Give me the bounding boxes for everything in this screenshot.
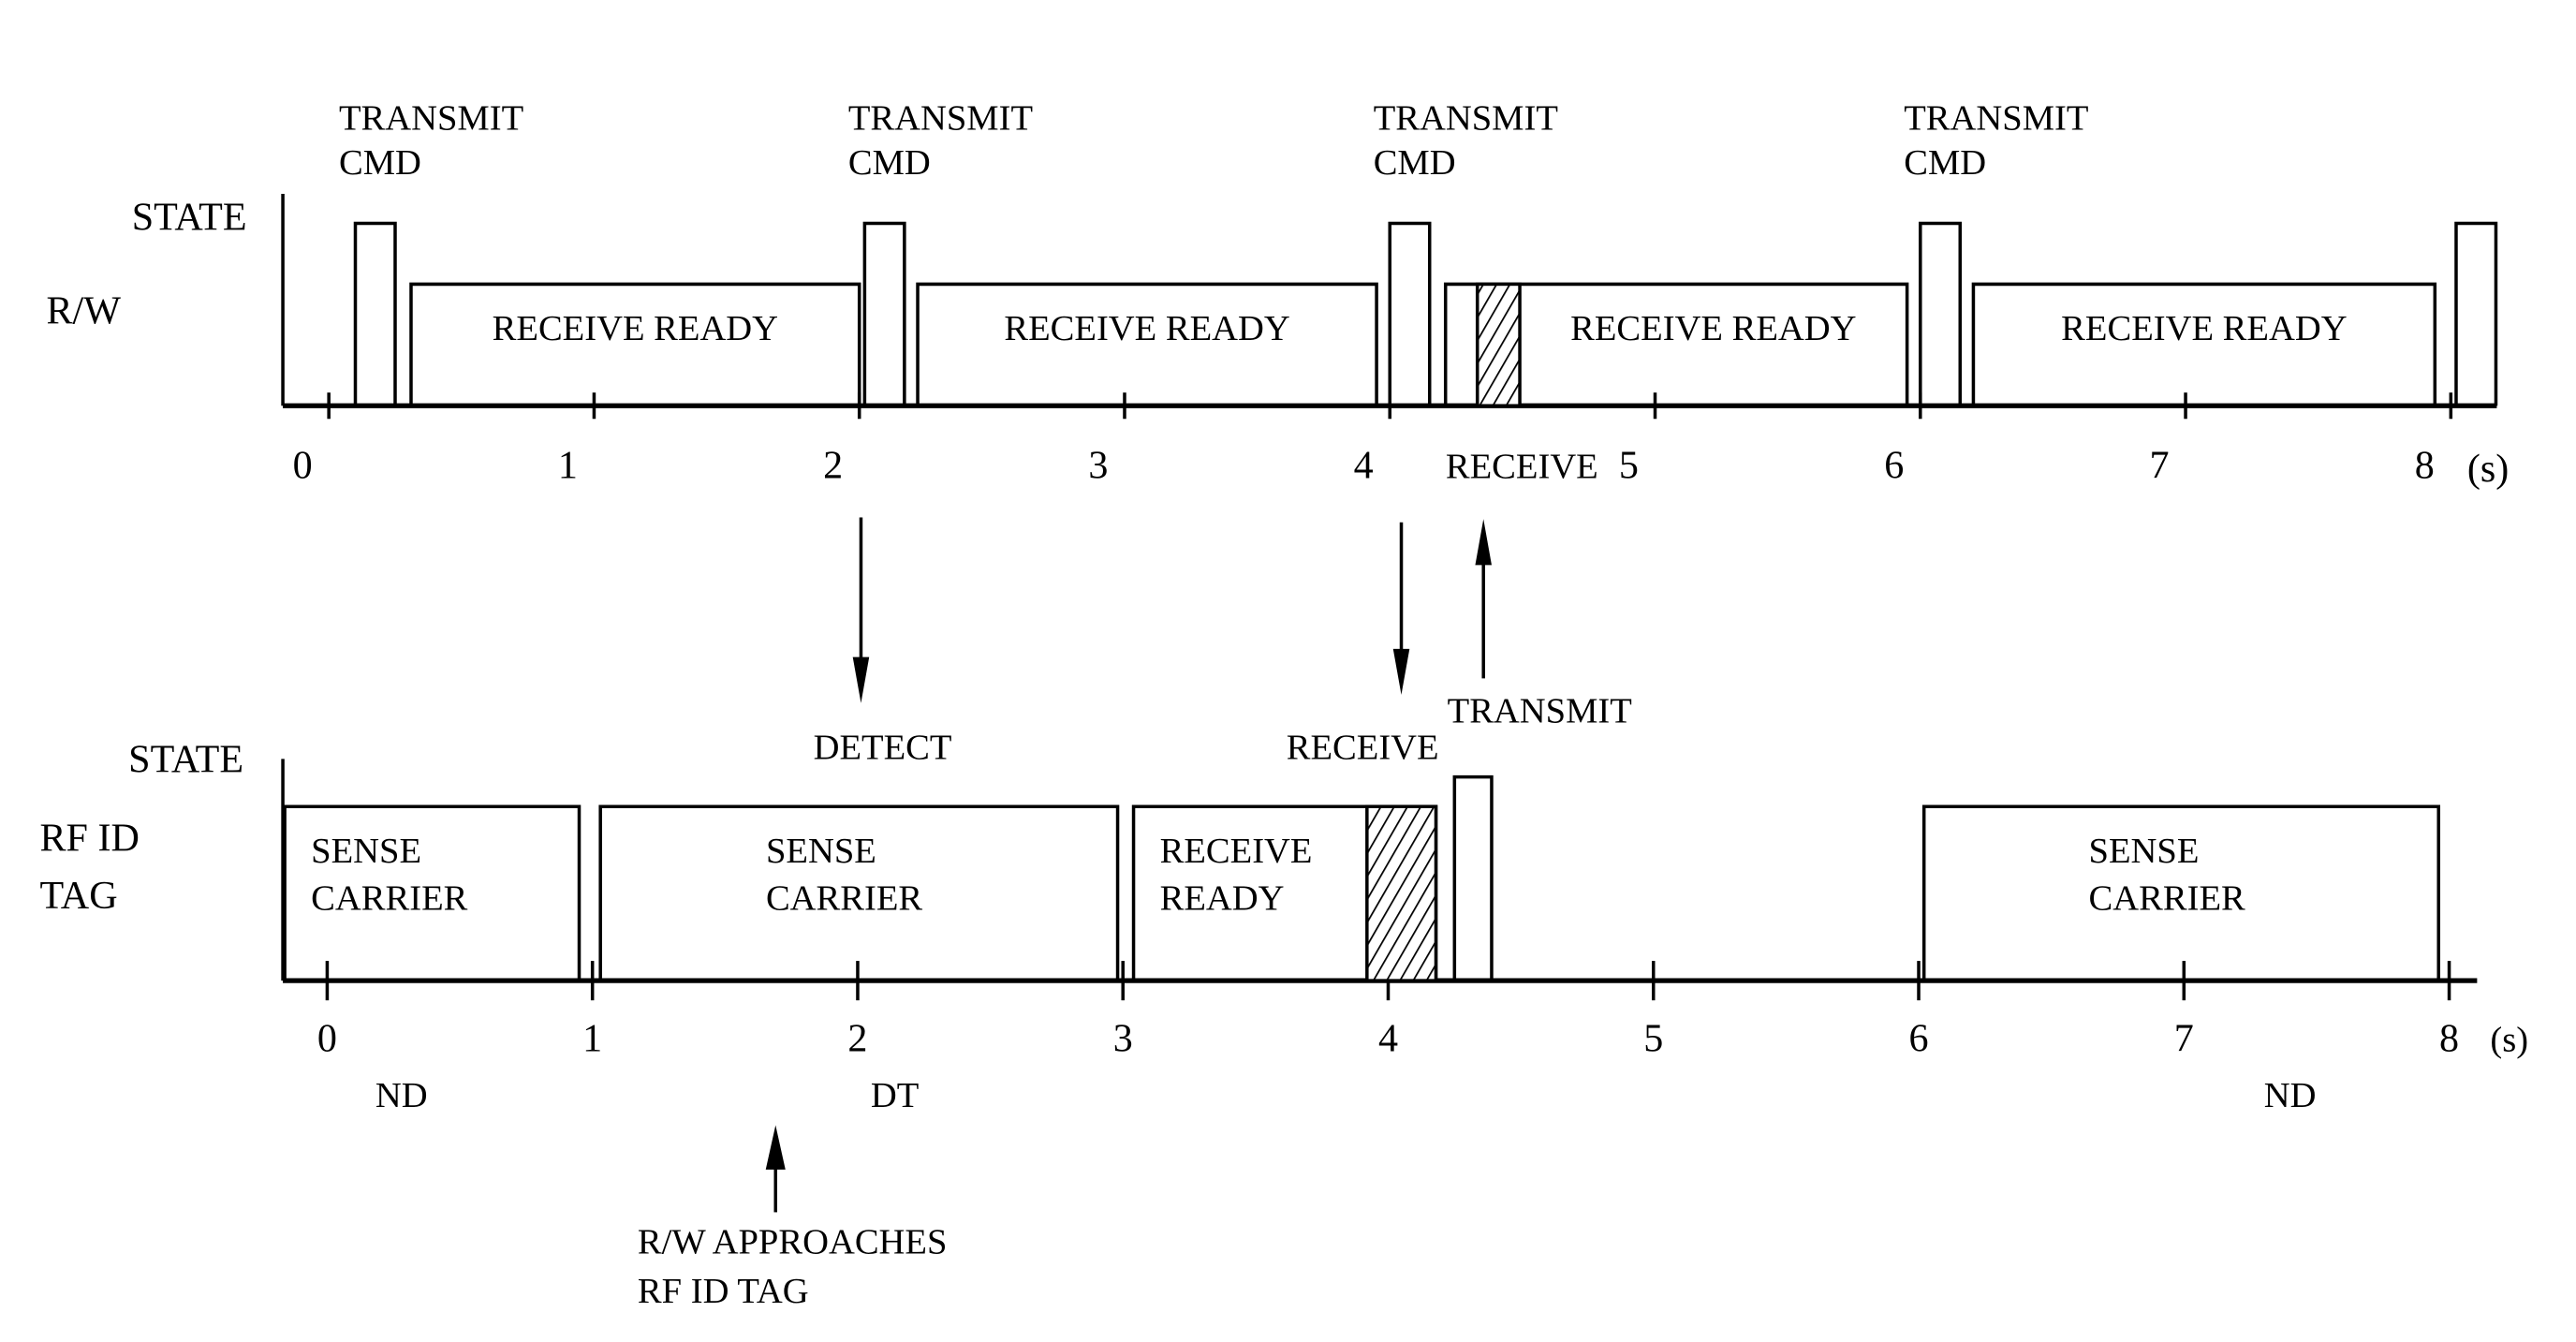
tag-tick-label: 4 — [1378, 1017, 1398, 1061]
rw-tick-label: 0 — [293, 443, 313, 487]
tag-state-label-line1: SENSE — [2089, 832, 2200, 871]
receive-arrow — [1392, 522, 1410, 695]
tag-state-blocks: SENSE CARRIER SENSE CARRIER RECEIVE READY SENS… — [283, 804, 2440, 982]
receive-label: RECEIVE — [1287, 728, 1439, 767]
detect-arrow — [852, 517, 870, 703]
rw-timing-chart: STATE R/W 012345678 (s) RECEIVE READY REC… — [46, 99, 2509, 491]
tag-transmit-pulse — [1452, 774, 1494, 981]
rw-tick-label: 8 — [2415, 443, 2435, 487]
rw-receive-hatched-segment — [1475, 282, 1522, 407]
transmit-arrow — [1475, 519, 1492, 679]
tag-state-label-line1: SENSE — [766, 832, 876, 871]
rw-transmit-cmd-label-line2: CMD — [339, 143, 421, 183]
rw-transmit-pulse — [862, 221, 906, 406]
rw-transmit-cmd-labels: TRANSMITCMDTRANSMITCMDTRANSMITCMDTRANSMI… — [339, 99, 2088, 183]
tag-mode-label: ND — [2264, 1076, 2317, 1115]
approach-label-line1: R/W APPROACHES — [638, 1222, 948, 1261]
transmit-label: TRANSMIT — [1448, 692, 1632, 731]
tag-state-label-line1: RECEIVE — [1160, 832, 1313, 871]
tag-tick-label: 1 — [582, 1017, 602, 1061]
rw-unit-label: (s) — [2467, 447, 2509, 491]
tag-transmit-pulse — [1452, 774, 1494, 981]
rw-receive-ready-blocks: RECEIVE READY RECEIVE READY RECEIVE READY R… — [409, 282, 2437, 407]
rw-transmit-pulse — [2454, 221, 2498, 406]
tag-tick-label: 5 — [1643, 1017, 1663, 1061]
tag-tick-label: 0 — [317, 1017, 337, 1061]
interaction-arrows: DETECT RECEIVE TRANSMIT — [814, 517, 1632, 767]
rw-transmit-pulse — [353, 221, 397, 406]
rw-transmit-cmd-label-line1: TRANSMIT — [1374, 99, 1558, 139]
rw-transmit-cmd-label-line1: TRANSMIT — [848, 99, 1033, 139]
rw-tick-label: 6 — [1884, 443, 1904, 487]
tag-state-label-line1: SENSE — [311, 832, 421, 871]
tag-state-label-line2: CARRIER — [311, 879, 467, 919]
rw-tick-label: 2 — [823, 443, 843, 487]
rw-row-label: R/W — [46, 289, 121, 333]
rw-tick-label: 4 — [1354, 443, 1374, 487]
tag-mode-labels: ND DT ND — [375, 1076, 2317, 1115]
tag-tick-label: 3 — [1113, 1017, 1133, 1061]
rw-tick-label: 5 — [1619, 443, 1639, 487]
tag-state-label-line2: CARRIER — [2089, 879, 2245, 919]
tag-state-axis-label: STATE — [128, 737, 243, 781]
rw-transmit-pulse — [1388, 221, 1432, 406]
tag-receive-hatched-segment — [1365, 804, 1438, 982]
rw-transmit-cmd-label-line1: TRANSMIT — [339, 99, 523, 139]
rw-transmit-cmd-label-line2: CMD — [1904, 143, 1986, 183]
rw-tick-labels: 0 1 2 3 4 5 6 7 8 — [293, 443, 2435, 487]
tag-row-label-line1: RF ID — [39, 817, 139, 861]
rw-receive-ready-label: RECEIVE READY — [1570, 309, 1856, 348]
tag-unit-label: (s) — [2490, 1021, 2528, 1060]
rw-transmit-cmd-label-line2: CMD — [848, 143, 931, 183]
rw-tick-label: 1 — [558, 443, 578, 487]
rw-receive-ready-label: RECEIVE READY — [1004, 309, 1289, 348]
tag-tick-label: 6 — [1909, 1017, 1929, 1061]
tag-tick-label: 7 — [2174, 1017, 2194, 1061]
tag-tick-labels: 0 1 2 3 4 5 6 7 8 — [317, 1017, 2459, 1061]
tag-row-label-line2: TAG — [39, 874, 117, 918]
tag-tick-label: 8 — [2439, 1017, 2459, 1061]
rw-receive-ready-label: RECEIVE READY — [493, 309, 778, 348]
rw-receive-ready-label: RECEIVE READY — [2061, 309, 2347, 348]
rw-receive-marker-label: RECEIVE — [1446, 447, 1598, 486]
rw-transmit-cmd-label-line1: TRANSMIT — [1904, 99, 2088, 139]
rw-tick-label: 7 — [2149, 443, 2169, 487]
rw-state-axis-label: STATE — [132, 196, 247, 240]
tag-timing-chart: STATE RF ID TAG 0 1 2 3 4 5 6 7 8 (s) SENSE CARRI… — [39, 737, 2528, 1311]
rw-tick-label: 3 — [1088, 443, 1108, 487]
detect-label: DETECT — [814, 728, 952, 767]
rw-transmit-cmd-label-line2: CMD — [1374, 143, 1456, 183]
tag-mode-label: ND — [375, 1076, 428, 1115]
tag-state-label-line2: READY — [1160, 879, 1285, 919]
approach-arrow — [765, 1125, 786, 1213]
approach-label-line2: RF ID TAG — [638, 1272, 809, 1311]
rw-transmit-pulse — [1919, 221, 1963, 406]
tag-state-label-line2: CARRIER — [766, 879, 922, 919]
tag-mode-label: DT — [871, 1076, 919, 1115]
rfid-timing-diagram: STATE R/W 012345678 (s) RECEIVE READY REC… — [39, 99, 2528, 1311]
tag-tick-label: 2 — [847, 1017, 867, 1061]
